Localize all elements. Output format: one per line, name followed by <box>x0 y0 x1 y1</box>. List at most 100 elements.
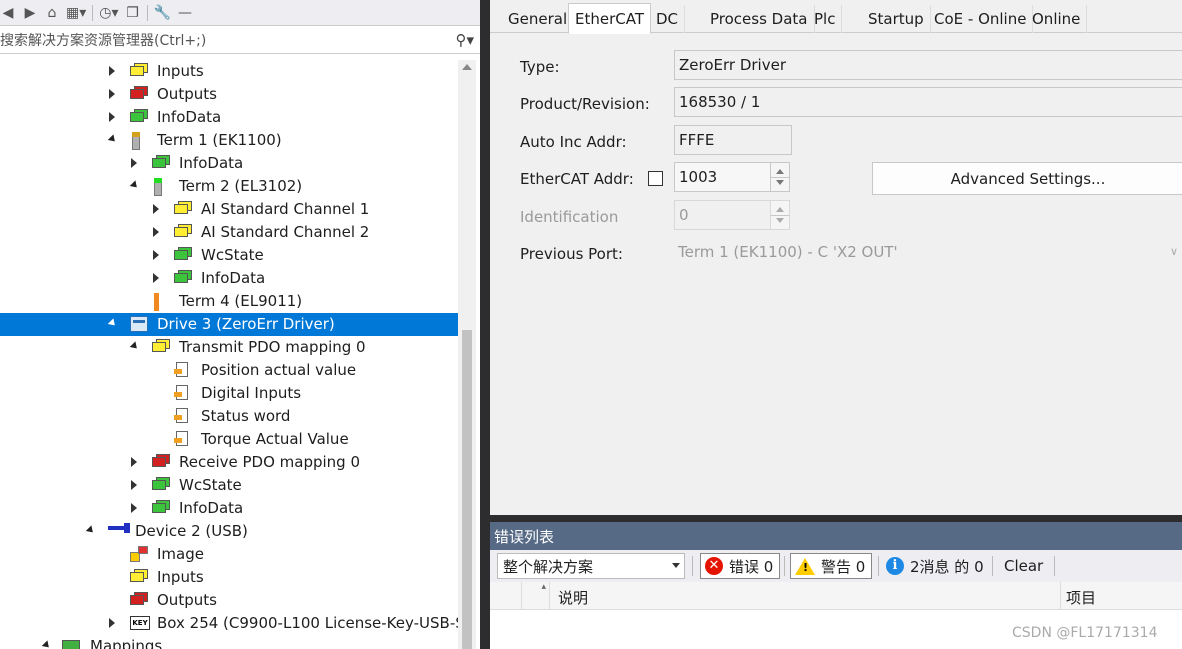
expand-arrow-icon[interactable] <box>150 226 162 238</box>
collapse-arrow-icon[interactable] <box>128 180 140 192</box>
collapse-arrow-icon[interactable] <box>128 341 140 353</box>
clear-button[interactable]: Clear <box>1004 553 1043 579</box>
spin-up-icon[interactable] <box>776 207 784 212</box>
expand-arrow-icon[interactable] <box>106 88 118 100</box>
column-sort-header[interactable]: ▴ <box>522 582 550 610</box>
expand-arrow-icon[interactable] <box>128 479 140 491</box>
collapse-all-icon[interactable]: ❐ <box>125 3 141 23</box>
output-variables-icon <box>130 86 148 102</box>
tree-item[interactable]: WcState <box>0 244 458 267</box>
pane-divider[interactable] <box>480 0 490 649</box>
tree-item[interactable]: WcState <box>0 474 458 497</box>
input-variables-icon <box>130 63 148 79</box>
history-icon[interactable]: ◷▾ <box>99 3 118 23</box>
expand-arrow-icon[interactable] <box>106 617 118 629</box>
identification-spinner[interactable] <box>770 200 790 230</box>
tree-item[interactable]: Image <box>0 543 458 566</box>
info-variables-icon <box>174 247 192 263</box>
tree-item[interactable]: KEY Box 254 (C9900-L100 License-Key-USB-S… <box>0 612 458 635</box>
tree-item[interactable]: Mappings <box>0 635 458 649</box>
tree-item[interactable]: Transmit PDO mapping 0 <box>0 336 458 359</box>
tree-item[interactable]: InfoData <box>0 152 458 175</box>
spin-down-icon[interactable] <box>776 218 784 223</box>
expand-arrow-icon[interactable] <box>150 203 162 215</box>
previous-port-dropdown[interactable]: Term 1 (EK1100) - C 'X2 OUT' ∨ <box>674 237 1182 267</box>
tree-item[interactable]: Inputs <box>0 60 458 83</box>
tree-item[interactable]: Status word <box>0 405 458 428</box>
tree-item[interactable]: AI Standard Channel 1 <box>0 198 458 221</box>
collapse-arrow-icon[interactable] <box>84 525 96 537</box>
solution-explorer: ◀ ▶ ⌂ ▦▾ ◷▾ ❐ 🔧 — 搜索解决方案资源管理器(Ctrl+;) ⚲▾… <box>0 0 480 649</box>
ethercat-addr-spinner[interactable] <box>770 162 790 192</box>
chevron-down-icon[interactable] <box>672 563 680 568</box>
chevron-down-icon[interactable]: ∨ <box>1170 245 1178 258</box>
column-description-header[interactable]: 说明 <box>558 587 588 608</box>
tree-item[interactable]: Receive PDO mapping 0 <box>0 451 458 474</box>
tree-item[interactable]: Outputs <box>0 589 458 612</box>
tree-item[interactable]: Term 4 (EL9011) <box>0 290 458 313</box>
ethercat-addr-checkbox[interactable] <box>648 171 663 186</box>
tree-item[interactable]: Term 1 (EK1100) <box>0 129 458 152</box>
identification-input[interactable]: 0 <box>674 200 770 230</box>
search-icon[interactable]: ⚲▾ <box>455 31 474 49</box>
collapse-arrow-icon[interactable] <box>106 134 118 146</box>
identification-label: Identification <box>520 208 619 226</box>
error-scope-select[interactable]: 整个解决方案 <box>497 553 685 579</box>
tree-item[interactable]: InfoData <box>0 106 458 129</box>
tree-item[interactable]: Torque Actual Value <box>0 428 458 451</box>
scrollbar-thumb[interactable] <box>462 330 472 649</box>
messages-filter-button[interactable]: i 2消息 的 0 <box>886 553 984 579</box>
tree-item[interactable]: Position actual value <box>0 359 458 382</box>
tree-item[interactable]: Outputs <box>0 83 458 106</box>
expand-arrow-icon[interactable] <box>150 272 162 284</box>
tab-startup[interactable]: Startup <box>862 5 931 33</box>
scroll-up-icon[interactable] <box>462 64 472 70</box>
search-input[interactable]: 搜索解决方案资源管理器(Ctrl+;) <box>0 30 206 50</box>
tree-item[interactable]: Term 2 (EL3102) <box>0 175 458 198</box>
tab-process-data[interactable]: Process Data <box>704 5 815 33</box>
tree-item[interactable]: Digital Inputs <box>0 382 458 405</box>
tab-general[interactable]: General <box>502 5 575 33</box>
solution-explorer-search[interactable]: 搜索解决方案资源管理器(Ctrl+;) ⚲▾ <box>0 27 480 54</box>
errors-filter-button[interactable]: ✕ 错误 0 <box>700 553 781 579</box>
tab-dc[interactable]: DC <box>650 5 686 33</box>
minus-icon[interactable]: — <box>177 3 193 23</box>
tree-item[interactable]: AI Standard Channel 2 <box>0 221 458 244</box>
spin-down-icon[interactable] <box>776 180 784 185</box>
collapse-arrow-icon[interactable] <box>106 318 118 330</box>
toolbar-separator <box>878 556 879 576</box>
product-revision-label: Product/Revision: <box>520 95 650 113</box>
type-field[interactable]: ZeroErr Driver <box>674 50 1182 80</box>
expand-arrow-icon[interactable] <box>106 65 118 77</box>
switch-views-icon[interactable]: ▦▾ <box>66 3 86 23</box>
back-icon[interactable]: ◀ <box>0 3 16 23</box>
tree-scrollbar[interactable] <box>458 60 476 649</box>
auto-inc-addr-field[interactable]: FFFE <box>674 125 792 155</box>
home-icon[interactable]: ⌂ <box>44 3 60 23</box>
column-icon-header[interactable] <box>494 582 522 610</box>
column-project-header[interactable]: 项目 <box>1066 587 1096 608</box>
collapse-arrow-icon[interactable] <box>40 640 52 649</box>
tree-item[interactable]: Device 2 (USB) <box>0 520 458 543</box>
expand-arrow-icon[interactable] <box>128 502 140 514</box>
expand-arrow-icon[interactable] <box>106 111 118 123</box>
product-revision-field[interactable]: 168530 / 1 <box>674 87 1182 117</box>
warnings-filter-button[interactable]: ! 警告 0 <box>790 553 873 579</box>
tab-ethercat[interactable]: EtherCAT <box>568 3 651 34</box>
expand-arrow-icon[interactable] <box>128 157 140 169</box>
tree-item[interactable]: InfoData <box>0 497 458 520</box>
tab-plc[interactable]: Plc <box>808 5 843 33</box>
spin-up-icon[interactable] <box>776 169 784 174</box>
ethercat-panel: Type: ZeroErr Driver Product/Revision: 1… <box>498 34 1182 512</box>
expand-arrow-icon[interactable] <box>128 456 140 468</box>
advanced-settings-button[interactable]: Advanced Settings... <box>872 162 1182 195</box>
tab-coe-online[interactable]: CoE - Online <box>928 5 1034 33</box>
forward-icon[interactable]: ▶ <box>22 3 38 23</box>
ethercat-addr-input[interactable]: 1003 <box>674 162 770 192</box>
properties-wrench-icon[interactable]: 🔧 <box>154 3 171 23</box>
tab-online[interactable]: Online <box>1026 5 1088 33</box>
tree-item[interactable]: Drive 3 (ZeroErr Driver) <box>0 313 458 336</box>
tree-item[interactable]: InfoData <box>0 267 458 290</box>
expand-arrow-icon[interactable] <box>150 249 162 261</box>
tree-item[interactable]: Inputs <box>0 566 458 589</box>
